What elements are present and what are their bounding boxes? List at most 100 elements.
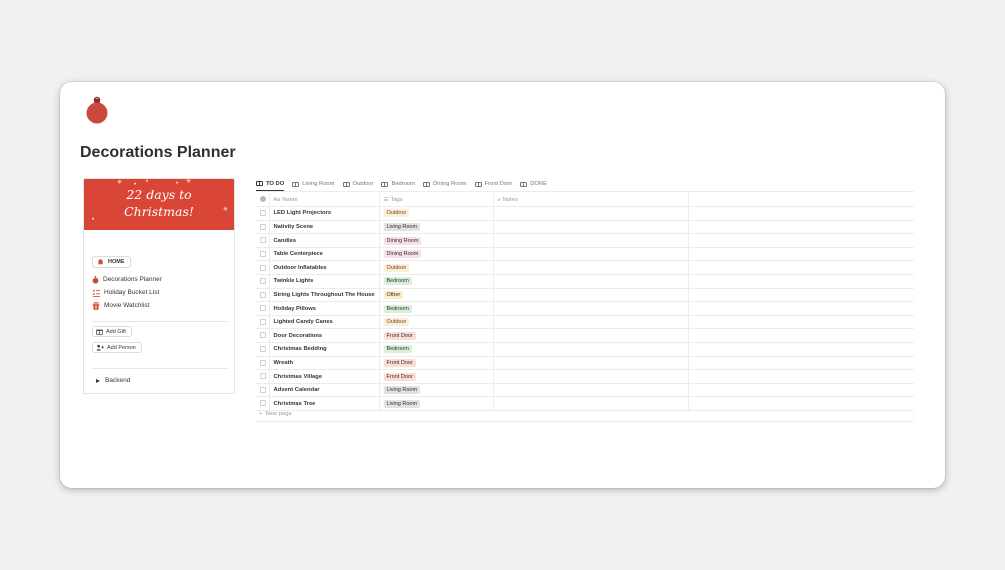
- row-checkbox-cell[interactable]: [256, 247, 270, 262]
- row-checkbox-cell[interactable]: [256, 288, 270, 303]
- row-tags-cell[interactable]: Bedroom: [379, 342, 494, 357]
- row-name[interactable]: Candles: [269, 233, 380, 248]
- sidebar-link-decorations-planner[interactable]: Decorations Planner: [92, 273, 162, 286]
- row-tags-cell[interactable]: Outdoor: [379, 260, 494, 276]
- row-tags-cell[interactable]: Bedroom: [379, 274, 494, 289]
- row-notes-cell[interactable]: [493, 206, 689, 221]
- tab-to-do[interactable]: TO DO: [256, 177, 285, 191]
- row-tags-cell[interactable]: Outdoor: [379, 315, 494, 330]
- row-name[interactable]: Advent Calendar: [269, 383, 380, 398]
- row-tags-cell[interactable]: Living Room: [379, 396, 494, 411]
- row-checkbox-cell[interactable]: [256, 356, 270, 371]
- select-all-column[interactable]: [256, 193, 270, 208]
- home-button[interactable]: HOME: [92, 255, 131, 268]
- row-checkbox-cell[interactable]: [256, 274, 270, 289]
- tab-done[interactable]: DONE: [520, 177, 547, 191]
- add-gift-button[interactable]: Add Gift: [92, 326, 132, 337]
- row-notes-cell[interactable]: [493, 301, 689, 316]
- row-tags-cell[interactable]: Front Door: [379, 369, 494, 384]
- row-name[interactable]: Christmas Village: [269, 369, 380, 384]
- row-checkbox[interactable]: [260, 264, 266, 271]
- table-row[interactable]: Wreath Front Door: [256, 356, 914, 371]
- table-row[interactable]: Christmas Tree Living Room: [256, 396, 914, 411]
- row-tags-cell[interactable]: Other: [379, 288, 494, 303]
- row-checkbox-cell[interactable]: [256, 396, 270, 411]
- row-checkbox[interactable]: [260, 223, 266, 230]
- tab-outdoor[interactable]: Outdoor: [342, 177, 373, 191]
- row-checkbox-cell[interactable]: [256, 260, 270, 276]
- table-row[interactable]: Christmas Village Front Door: [256, 369, 914, 384]
- table-row[interactable]: Holiday Pillows Bedroom: [256, 301, 914, 316]
- row-tags-cell[interactable]: Dining Room: [379, 233, 494, 248]
- row-checkbox[interactable]: [260, 373, 266, 380]
- row-notes-cell[interactable]: [493, 342, 689, 357]
- add-person-button[interactable]: Add Person: [92, 342, 142, 353]
- row-name[interactable]: Lighted Candy Canes: [269, 315, 380, 330]
- row-notes-cell[interactable]: [493, 328, 689, 344]
- row-tags-cell[interactable]: Living Room: [379, 220, 494, 235]
- row-tags-cell[interactable]: Dining Room: [379, 247, 494, 262]
- row-name[interactable]: Door Decorations: [269, 328, 380, 344]
- row-checkbox[interactable]: [260, 386, 266, 393]
- table-row[interactable]: Christmas Bedding Bedroom: [256, 342, 914, 357]
- table-row[interactable]: Lighted Candy Canes Outdoor: [256, 315, 914, 330]
- table-row[interactable]: LED Light Projectors Outdoor: [256, 206, 914, 221]
- row-name[interactable]: String Lights Throughout The House: [269, 288, 380, 303]
- row-notes-cell[interactable]: [493, 315, 689, 330]
- row-notes-cell[interactable]: [493, 233, 689, 248]
- row-checkbox[interactable]: [260, 278, 266, 285]
- row-checkbox-cell[interactable]: [256, 328, 270, 344]
- tab-living-room[interactable]: Living Room: [292, 177, 335, 191]
- row-tags-cell[interactable]: Outdoor: [379, 206, 494, 221]
- row-checkbox-cell[interactable]: [256, 342, 270, 357]
- backend-toggle[interactable]: Backend: [96, 377, 130, 384]
- column-header-name[interactable]: Aa Name: [269, 193, 380, 208]
- row-notes-cell[interactable]: [493, 288, 689, 303]
- table-row[interactable]: Candles Dining Room: [256, 233, 914, 248]
- tab-front-door[interactable]: Front Door: [474, 177, 512, 191]
- row-checkbox[interactable]: [260, 291, 266, 298]
- row-name[interactable]: Holiday Pillows: [269, 301, 380, 316]
- row-checkbox[interactable]: [260, 332, 266, 339]
- row-name[interactable]: Christmas Bedding: [269, 342, 380, 357]
- table-row[interactable]: Twinkle Lights Bedroom: [256, 274, 914, 289]
- tab-dining-room[interactable]: Dining Room: [422, 177, 467, 191]
- row-name[interactable]: LED Light Projectors: [269, 206, 380, 221]
- row-checkbox-cell[interactable]: [256, 383, 270, 398]
- sidebar-link-holiday-bucket-list[interactable]: Holiday Bucket List: [92, 286, 162, 299]
- row-notes-cell[interactable]: [493, 220, 689, 235]
- ornament-icon[interactable]: [84, 94, 110, 124]
- row-checkbox[interactable]: [260, 318, 266, 325]
- row-name[interactable]: Christmas Tree: [269, 396, 380, 411]
- table-row[interactable]: Outdoor Inflatables Outdoor: [256, 260, 914, 276]
- row-checkbox-cell[interactable]: [256, 369, 270, 384]
- row-checkbox-cell[interactable]: [256, 315, 270, 330]
- row-checkbox[interactable]: [260, 237, 266, 244]
- row-name[interactable]: Outdoor Inflatables: [269, 260, 380, 276]
- row-notes-cell[interactable]: [493, 260, 689, 276]
- row-name[interactable]: Twinkle Lights: [269, 274, 380, 289]
- table-row[interactable]: Door Decorations Front Door: [256, 328, 914, 344]
- row-notes-cell[interactable]: [493, 247, 689, 262]
- row-name[interactable]: Nativity Scene: [269, 220, 380, 235]
- row-notes-cell[interactable]: [493, 369, 689, 384]
- column-header-notes[interactable]: ≡ Notes: [493, 193, 689, 208]
- row-checkbox-cell[interactable]: [256, 206, 270, 221]
- column-header-tags[interactable]: ☰ Tags: [379, 193, 494, 208]
- row-name[interactable]: Wreath: [269, 356, 380, 371]
- table-row[interactable]: Nativity Scene Living Room: [256, 220, 914, 235]
- sidebar-link-movie-watchlist[interactable]: Movie Watchlist: [92, 299, 162, 312]
- row-checkbox[interactable]: [260, 210, 266, 217]
- row-checkbox[interactable]: [260, 305, 266, 312]
- table-row[interactable]: Table Centerpiece Dining Room: [256, 247, 914, 262]
- row-tags-cell[interactable]: Front Door: [379, 356, 494, 371]
- row-checkbox[interactable]: [260, 250, 266, 257]
- row-notes-cell[interactable]: [493, 356, 689, 371]
- row-checkbox-cell[interactable]: [256, 301, 270, 316]
- tab-bedroom[interactable]: Bedroom: [381, 177, 415, 191]
- row-notes-cell[interactable]: [493, 383, 689, 398]
- row-tags-cell[interactable]: Bedroom: [379, 301, 494, 316]
- new-page-button[interactable]: + New page: [259, 411, 292, 417]
- row-checkbox[interactable]: [260, 359, 266, 366]
- row-tags-cell[interactable]: Front Door: [379, 328, 494, 344]
